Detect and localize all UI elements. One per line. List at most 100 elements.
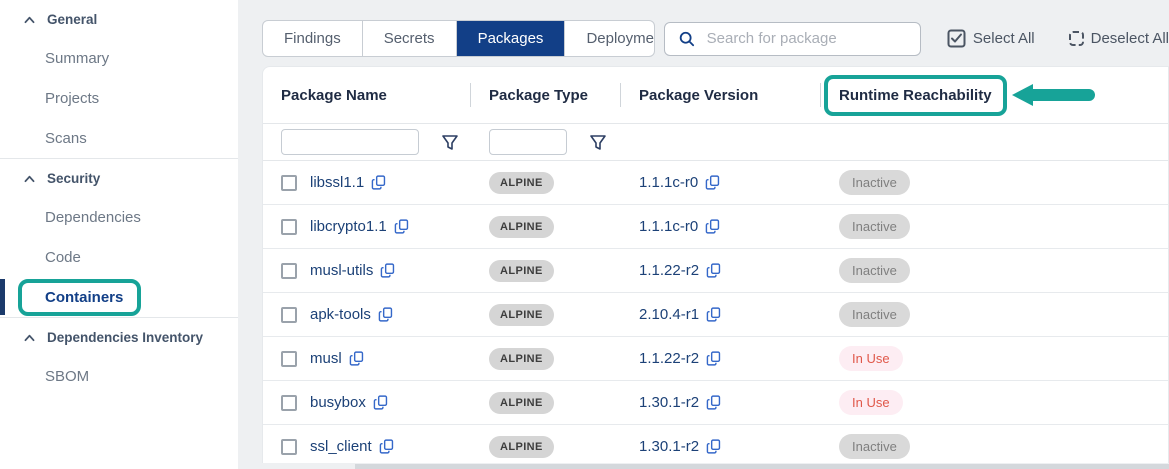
package-type-filter-input[interactable]	[489, 129, 567, 155]
tab-group: Findings Secrets Packages Deployments	[262, 20, 655, 57]
annotation-arrow	[1012, 84, 1095, 106]
packages-table: Package Name Package Type Package Versio…	[262, 66, 1169, 463]
status-badge: Inactive	[839, 170, 910, 195]
package-name[interactable]: musl	[310, 350, 342, 367]
copy-icon[interactable]	[394, 218, 411, 235]
sidebar-item-summary[interactable]: Summary	[0, 38, 238, 78]
copy-icon[interactable]	[371, 174, 388, 191]
column-header-runtime-reachability[interactable]: Runtime Reachability	[821, 67, 1168, 123]
row-checkbox[interactable]	[281, 351, 297, 367]
copy-icon[interactable]	[706, 438, 723, 455]
sidebar-item-scans[interactable]: Scans	[0, 118, 238, 158]
sidebar-section-dependencies-inventory[interactable]: Dependencies Inventory	[0, 318, 238, 356]
package-version-cell: 1.1.1c-r0	[621, 174, 821, 191]
sidebar-section-label: General	[47, 12, 97, 27]
horizontal-scrollbar[interactable]	[262, 463, 1169, 469]
deselect-all-button[interactable]: Deselect All	[1069, 30, 1169, 47]
package-name[interactable]: ssl_client	[310, 438, 372, 455]
runtime-reachability-cell: Inactive	[821, 214, 1168, 239]
package-type-badge: ALPINE	[489, 348, 554, 370]
column-header-package-version[interactable]: Package Version	[621, 67, 821, 123]
filter-funnel-icon[interactable]	[590, 135, 606, 150]
filter-cell-name	[263, 129, 471, 155]
sidebar-item-dependencies[interactable]: Dependencies	[0, 197, 238, 237]
package-type-badge: ALPINE	[489, 392, 554, 414]
package-name[interactable]: libcrypto1.1	[310, 218, 387, 235]
package-name-filter-input[interactable]	[281, 129, 419, 155]
sidebar-item-sbom[interactable]: SBOM	[0, 356, 238, 396]
package-type-cell: ALPINE	[471, 260, 621, 282]
row-checkbox[interactable]	[281, 219, 297, 235]
package-name[interactable]: libssl1.1	[310, 174, 364, 191]
copy-icon[interactable]	[380, 262, 397, 279]
checked-checkbox-icon	[947, 29, 966, 48]
table-row: libcrypto1.1 ALPINE 1.1.1c-r0 Inactive	[263, 205, 1168, 249]
runtime-reachability-cell: Inactive	[821, 302, 1168, 327]
selection-controls: Select All Deselect All	[947, 29, 1169, 48]
table-row: musl-utils ALPINE 1.1.22-r2 Inactive	[263, 249, 1168, 293]
package-version-cell: 2.10.4-r1	[621, 306, 821, 323]
package-type-cell: ALPINE	[471, 436, 621, 458]
package-name[interactable]: busybox	[310, 394, 366, 411]
copy-icon[interactable]	[349, 350, 366, 367]
sidebar-item-projects[interactable]: Projects	[0, 78, 238, 118]
package-name-cell: libcrypto1.1	[263, 218, 471, 235]
package-version-cell: 1.1.1c-r0	[621, 218, 821, 235]
copy-icon[interactable]	[378, 306, 395, 323]
copy-icon[interactable]	[379, 438, 396, 455]
horizontal-scrollbar-thumb[interactable]	[355, 464, 1169, 469]
package-version: 2.10.4-r1	[639, 306, 699, 323]
tab-packages[interactable]: Packages	[456, 21, 565, 56]
row-checkbox[interactable]	[281, 439, 297, 455]
column-header-package-type[interactable]: Package Type	[471, 67, 621, 123]
copy-icon[interactable]	[706, 350, 723, 367]
tab-secrets[interactable]: Secrets	[362, 21, 456, 56]
package-name-cell: ssl_client	[263, 438, 471, 455]
package-version: 1.30.1-r2	[639, 394, 699, 411]
row-checkbox[interactable]	[281, 307, 297, 323]
package-version: 1.1.1c-r0	[639, 174, 698, 191]
annotation-highlight-box: Runtime Reachability	[824, 75, 1007, 116]
status-badge: In Use	[839, 390, 903, 415]
sidebar-item-code[interactable]: Code	[0, 237, 238, 277]
column-header-package-name[interactable]: Package Name	[263, 67, 471, 123]
copy-icon[interactable]	[373, 394, 390, 411]
table-header-row: Package Name Package Type Package Versio…	[263, 67, 1168, 123]
runtime-reachability-cell: Inactive	[821, 258, 1168, 283]
copy-icon[interactable]	[705, 218, 722, 235]
copy-icon[interactable]	[706, 306, 723, 323]
table-row: libssl1.1 ALPINE 1.1.1c-r0 Inactive	[263, 161, 1168, 205]
filter-cell-type	[471, 129, 621, 155]
row-checkbox[interactable]	[281, 263, 297, 279]
sidebar-section-general[interactable]: General	[0, 0, 238, 38]
copy-icon[interactable]	[706, 394, 723, 411]
chevron-up-icon	[23, 174, 36, 183]
status-badge: Inactive	[839, 258, 910, 283]
sidebar-item-containers[interactable]: Containers	[0, 277, 238, 317]
select-all-label: Select All	[973, 30, 1035, 47]
select-all-button[interactable]: Select All	[947, 29, 1035, 48]
chevron-up-icon	[23, 333, 36, 342]
table-body: libssl1.1 ALPINE 1.1.1c-r0 Inactive libc…	[263, 161, 1168, 469]
tab-deployments[interactable]: Deployments	[564, 21, 654, 56]
copy-icon[interactable]	[705, 174, 722, 191]
filter-funnel-icon[interactable]	[442, 135, 458, 150]
package-version-cell: 1.1.22-r2	[621, 350, 821, 367]
deselect-all-label: Deselect All	[1091, 30, 1169, 47]
copy-icon[interactable]	[706, 262, 723, 279]
search-input[interactable]	[707, 30, 906, 47]
row-checkbox[interactable]	[281, 395, 297, 411]
runtime-reachability-cell: In Use	[821, 390, 1168, 415]
row-checkbox[interactable]	[281, 175, 297, 191]
package-search	[664, 22, 921, 56]
package-version-cell: 1.1.22-r2	[621, 262, 821, 279]
sidebar-section-security[interactable]: Security	[0, 159, 238, 197]
package-name[interactable]: apk-tools	[310, 306, 371, 323]
package-type-badge: ALPINE	[489, 216, 554, 238]
package-version: 1.1.1c-r0	[639, 218, 698, 235]
tab-findings[interactable]: Findings	[263, 21, 362, 56]
package-type-cell: ALPINE	[471, 216, 621, 238]
package-type-cell: ALPINE	[471, 348, 621, 370]
package-name[interactable]: musl-utils	[310, 262, 373, 279]
package-type-badge: ALPINE	[489, 436, 554, 458]
